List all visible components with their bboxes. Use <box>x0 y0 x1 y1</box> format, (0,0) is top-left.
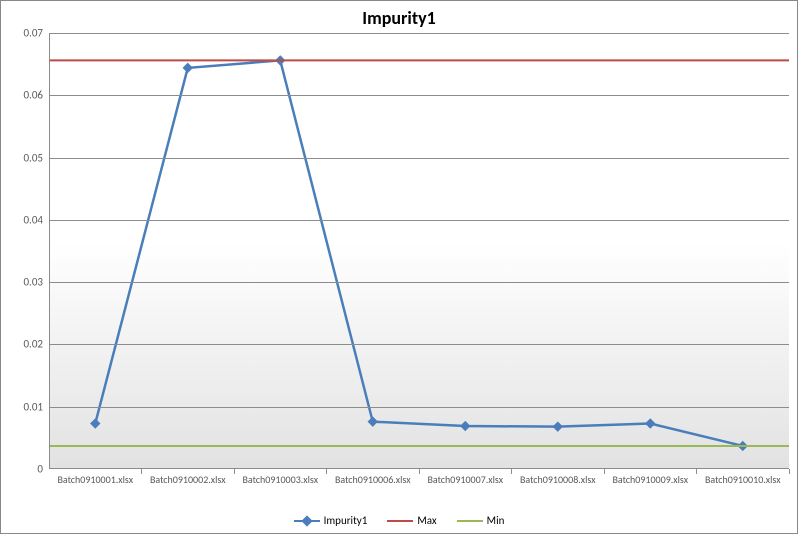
legend-item-min: Min <box>457 514 505 527</box>
series-line-impurity1 <box>95 60 743 446</box>
gridline <box>49 282 789 283</box>
y-tick-label: 0.01 <box>3 400 43 413</box>
gridline <box>49 220 789 221</box>
series-marker-impurity1 <box>646 419 655 428</box>
x-tick-label: Batch0910009.xlsx <box>604 473 696 486</box>
series-marker-impurity1 <box>553 422 562 431</box>
x-tick-label: Batch0910002.xlsx <box>142 473 234 486</box>
gridline <box>49 407 789 408</box>
chart-container: Impurity1 Impurity1 Max Min 0 0.01 0.02 0.0… <box>0 0 798 534</box>
y-tick-label: 0.02 <box>3 338 43 351</box>
legend-swatch-max <box>387 515 413 527</box>
legend: Impurity1 Max Min <box>1 514 797 527</box>
legend-swatch-impurity1 <box>294 515 320 527</box>
legend-label-impurity1: Impurity1 <box>324 514 368 527</box>
x-tick-label: Batch0910003.xlsx <box>234 473 326 486</box>
x-tick-label: Batch0910006.xlsx <box>327 473 419 486</box>
chart-title: Impurity1 <box>1 7 797 29</box>
y-tick-label: 0.05 <box>3 151 43 164</box>
x-tick-label: Batch0910001.xlsx <box>49 473 141 486</box>
y-tick-label: 0.04 <box>3 213 43 226</box>
gridline <box>49 95 789 96</box>
chart-series-svg <box>49 33 789 469</box>
gridline <box>49 344 789 345</box>
y-tick-label: 0.06 <box>3 89 43 102</box>
x-tick-mark <box>789 469 790 474</box>
series-marker-impurity1 <box>183 63 192 72</box>
series-marker-impurity1 <box>461 422 470 431</box>
legend-label-min: Min <box>487 514 505 527</box>
legend-label-max: Max <box>417 514 436 527</box>
gridline <box>49 158 789 159</box>
x-tick-label: Batch0910007.xlsx <box>419 473 511 486</box>
x-tick-label: Batch0910010.xlsx <box>697 473 789 486</box>
legend-item-impurity1: Impurity1 <box>294 514 368 527</box>
gridline <box>49 33 789 34</box>
y-tick-label: 0 <box>3 463 43 476</box>
y-tick-label: 0.07 <box>3 27 43 40</box>
x-tick-label: Batch0910008.xlsx <box>512 473 604 486</box>
plot-area <box>49 33 789 469</box>
y-tick-label: 0.03 <box>3 276 43 289</box>
legend-swatch-min <box>457 515 483 527</box>
series-marker-impurity1 <box>368 417 377 426</box>
legend-item-max: Max <box>387 514 436 527</box>
series-marker-impurity1 <box>91 419 100 428</box>
